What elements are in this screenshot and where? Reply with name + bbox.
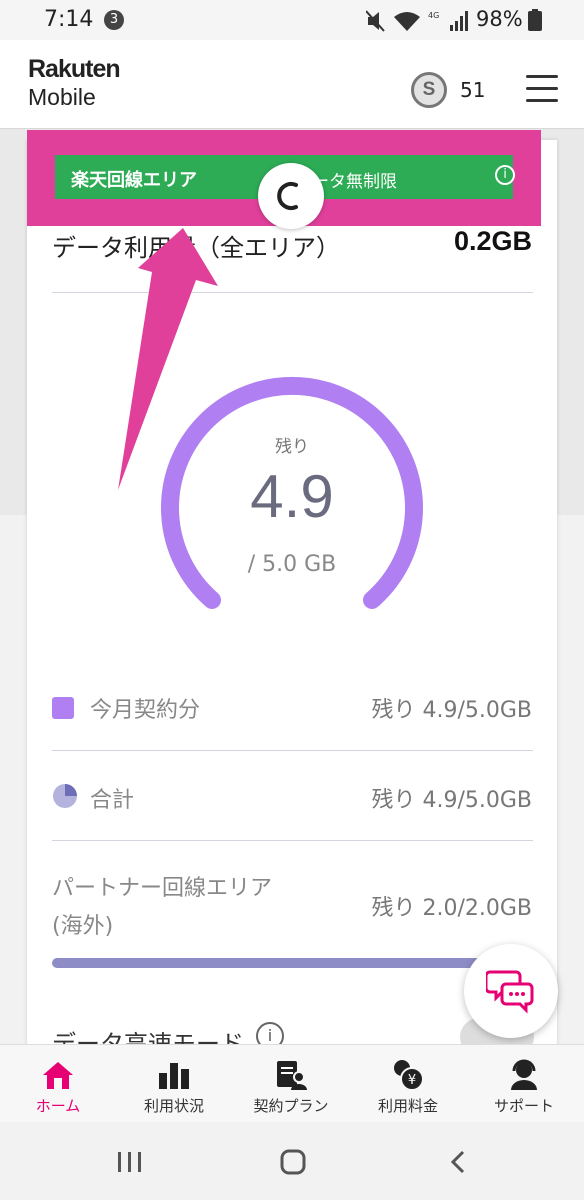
partner-area-label: パートナー回線エリア <box>52 876 273 901</box>
svg-text:¥: ¥ <box>408 1073 416 1088</box>
home-nav-icon[interactable] <box>280 1149 308 1175</box>
total-label: 合計 <box>90 788 135 813</box>
nav-fees-label: 利用料金 <box>377 1097 438 1115</box>
support-agent-icon <box>511 1059 537 1090</box>
monthly-plan-legend-square <box>52 697 74 719</box>
system-navigation-bar <box>0 1122 584 1200</box>
gauge-remaining-value: 4.9 <box>250 463 334 530</box>
nav-home[interactable]: ホーム <box>0 1045 116 1123</box>
nav-support[interactable]: サポート <box>466 1045 582 1123</box>
nav-plan[interactable]: 契約プラン <box>233 1045 349 1123</box>
partner-area-value: 残り 2.0/2.0GB <box>371 896 532 921</box>
divider <box>52 840 533 841</box>
home-icon <box>43 1062 73 1089</box>
back-icon[interactable] <box>448 1149 468 1175</box>
nav-fees[interactable]: ¥ 利用料金 <box>350 1045 466 1123</box>
monthly-plan-value: 残り 4.9/5.0GB <box>371 698 532 723</box>
nav-plan-label: 契約プラン <box>253 1097 329 1115</box>
contract-icon <box>277 1061 307 1090</box>
chat-bubbles-icon <box>486 970 534 1014</box>
gauge-remaining-label: 残り <box>275 437 309 457</box>
bar-chart-icon <box>159 1063 189 1089</box>
monthly-plan-label: 今月契約分 <box>90 698 201 723</box>
divider <box>52 750 533 751</box>
pie-chart-icon <box>53 784 77 808</box>
partner-usage-bar <box>52 958 482 968</box>
nav-usage-label: 利用状況 <box>143 1097 204 1115</box>
nav-home-label: ホーム <box>35 1097 81 1115</box>
bottom-navigation: ホーム 利用状況 契約プラン ¥ 利用料金 サポート <box>0 1044 584 1123</box>
nav-usage[interactable]: 利用状況 <box>116 1045 232 1123</box>
gauge-total: / 5.0 GB <box>247 552 337 577</box>
yen-coins-icon: ¥ <box>394 1060 424 1091</box>
recent-apps-icon[interactable] <box>116 1150 144 1174</box>
chat-button[interactable] <box>464 944 558 1038</box>
nav-support-label: サポート <box>493 1097 554 1115</box>
total-value: 残り 4.9/5.0GB <box>371 788 532 813</box>
partner-area-sublabel: (海外) <box>52 914 114 939</box>
